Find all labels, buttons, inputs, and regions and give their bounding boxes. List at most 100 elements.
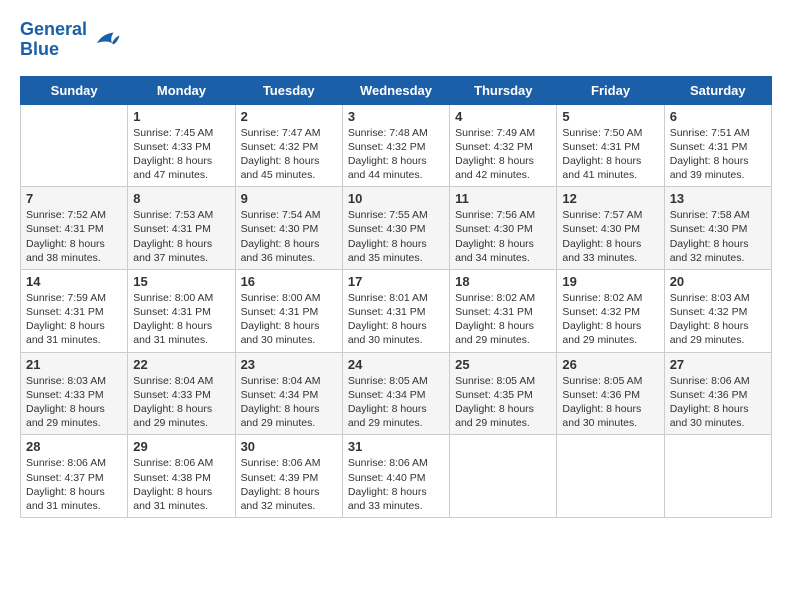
calendar-cell: 30 Sunrise: 8:06 AM Sunset: 4:39 PM Dayli… (235, 435, 342, 518)
calendar-cell: 4 Sunrise: 7:49 AM Sunset: 4:32 PM Daylig… (450, 104, 557, 187)
calendar-cell: 12 Sunrise: 7:57 AM Sunset: 4:30 PM Dayli… (557, 187, 664, 270)
calendar-week-4: 21 Sunrise: 8:03 AM Sunset: 4:33 PM Dayli… (21, 352, 772, 435)
day-info: Sunrise: 7:57 AM Sunset: 4:30 PM Dayligh… (562, 208, 658, 265)
day-info: Sunrise: 8:00 AM Sunset: 4:31 PM Dayligh… (241, 291, 337, 348)
day-info: Sunrise: 8:05 AM Sunset: 4:35 PM Dayligh… (455, 374, 551, 431)
calendar-cell: 2 Sunrise: 7:47 AM Sunset: 4:32 PM Daylig… (235, 104, 342, 187)
day-number: 2 (241, 109, 337, 124)
day-number: 26 (562, 357, 658, 372)
calendar-cell: 29 Sunrise: 8:06 AM Sunset: 4:38 PM Dayli… (128, 435, 235, 518)
logo-general: General (20, 19, 87, 39)
calendar-cell: 1 Sunrise: 7:45 AM Sunset: 4:33 PM Daylig… (128, 104, 235, 187)
day-info: Sunrise: 7:54 AM Sunset: 4:30 PM Dayligh… (241, 208, 337, 265)
day-number: 1 (133, 109, 229, 124)
weekday-header-thursday: Thursday (450, 76, 557, 104)
logo-bird-icon (91, 28, 121, 52)
day-number: 24 (348, 357, 444, 372)
logo-blue: Blue (20, 40, 87, 60)
day-info: Sunrise: 7:51 AM Sunset: 4:31 PM Dayligh… (670, 126, 766, 183)
day-info: Sunrise: 8:06 AM Sunset: 4:40 PM Dayligh… (348, 456, 444, 513)
calendar-table: SundayMondayTuesdayWednesdayThursdayFrid… (20, 76, 772, 518)
calendar-cell: 15 Sunrise: 8:00 AM Sunset: 4:31 PM Dayli… (128, 269, 235, 352)
day-number: 11 (455, 191, 551, 206)
calendar-cell: 19Sunrise: 8:02 AM Sunset: 4:32 PM Dayli… (557, 269, 664, 352)
calendar-cell: 25Sunrise: 8:05 AM Sunset: 4:35 PM Dayli… (450, 352, 557, 435)
day-info: Sunrise: 7:48 AM Sunset: 4:32 PM Dayligh… (348, 126, 444, 183)
day-info: Sunrise: 7:53 AM Sunset: 4:31 PM Dayligh… (133, 208, 229, 265)
day-info: Sunrise: 8:04 AM Sunset: 4:34 PM Dayligh… (241, 374, 337, 431)
calendar-cell: 22 Sunrise: 8:04 AM Sunset: 4:33 PM Dayli… (128, 352, 235, 435)
day-number: 17 (348, 274, 444, 289)
calendar-week-3: 14Sunrise: 7:59 AM Sunset: 4:31 PM Dayli… (21, 269, 772, 352)
weekday-row: SundayMondayTuesdayWednesdayThursdayFrid… (21, 76, 772, 104)
day-number: 3 (348, 109, 444, 124)
calendar-cell (557, 435, 664, 518)
day-number: 10 (348, 191, 444, 206)
day-number: 28 (26, 439, 122, 454)
calendar-cell: 24Sunrise: 8:05 AM Sunset: 4:34 PM Dayli… (342, 352, 449, 435)
calendar-cell: 28 Sunrise: 8:06 AM Sunset: 4:37 PM Dayli… (21, 435, 128, 518)
calendar-cell (21, 104, 128, 187)
day-number: 4 (455, 109, 551, 124)
calendar-cell: 13 Sunrise: 7:58 AM Sunset: 4:30 PM Dayli… (664, 187, 771, 270)
day-number: 14 (26, 274, 122, 289)
day-number: 18 (455, 274, 551, 289)
day-info: Sunrise: 8:03 AM Sunset: 4:33 PM Dayligh… (26, 374, 122, 431)
day-number: 29 (133, 439, 229, 454)
day-number: 31 (348, 439, 444, 454)
day-number: 30 (241, 439, 337, 454)
day-number: 19 (562, 274, 658, 289)
day-info: Sunrise: 8:05 AM Sunset: 4:36 PM Dayligh… (562, 374, 658, 431)
page-header: General Blue (20, 20, 772, 60)
day-info: Sunrise: 7:55 AM Sunset: 4:30 PM Dayligh… (348, 208, 444, 265)
calendar-cell: 14Sunrise: 7:59 AM Sunset: 4:31 PM Dayli… (21, 269, 128, 352)
weekday-header-tuesday: Tuesday (235, 76, 342, 104)
day-number: 15 (133, 274, 229, 289)
weekday-header-saturday: Saturday (664, 76, 771, 104)
calendar-cell (450, 435, 557, 518)
calendar-cell: 18 Sunrise: 8:02 AM Sunset: 4:31 PM Dayli… (450, 269, 557, 352)
calendar-cell: 11Sunrise: 7:56 AM Sunset: 4:30 PM Dayli… (450, 187, 557, 270)
weekday-header-wednesday: Wednesday (342, 76, 449, 104)
calendar-week-5: 28 Sunrise: 8:06 AM Sunset: 4:37 PM Dayli… (21, 435, 772, 518)
day-info: Sunrise: 8:00 AM Sunset: 4:31 PM Dayligh… (133, 291, 229, 348)
calendar-cell: 9 Sunrise: 7:54 AM Sunset: 4:30 PM Daylig… (235, 187, 342, 270)
calendar-week-2: 7 Sunrise: 7:52 AM Sunset: 4:31 PM Daylig… (21, 187, 772, 270)
day-number: 21 (26, 357, 122, 372)
weekday-header-sunday: Sunday (21, 76, 128, 104)
calendar-cell: 3 Sunrise: 7:48 AM Sunset: 4:32 PM Daylig… (342, 104, 449, 187)
day-info: Sunrise: 8:06 AM Sunset: 4:39 PM Dayligh… (241, 456, 337, 513)
calendar-cell: 26 Sunrise: 8:05 AM Sunset: 4:36 PM Dayli… (557, 352, 664, 435)
day-number: 9 (241, 191, 337, 206)
day-info: Sunrise: 8:06 AM Sunset: 4:38 PM Dayligh… (133, 456, 229, 513)
weekday-header-monday: Monday (128, 76, 235, 104)
day-info: Sunrise: 7:50 AM Sunset: 4:31 PM Dayligh… (562, 126, 658, 183)
day-number: 6 (670, 109, 766, 124)
day-info: Sunrise: 8:06 AM Sunset: 4:37 PM Dayligh… (26, 456, 122, 513)
calendar-cell: 17Sunrise: 8:01 AM Sunset: 4:31 PM Dayli… (342, 269, 449, 352)
calendar-cell: 5 Sunrise: 7:50 AM Sunset: 4:31 PM Daylig… (557, 104, 664, 187)
day-number: 22 (133, 357, 229, 372)
day-number: 13 (670, 191, 766, 206)
day-info: Sunrise: 7:45 AM Sunset: 4:33 PM Dayligh… (133, 126, 229, 183)
day-info: Sunrise: 8:03 AM Sunset: 4:32 PM Dayligh… (670, 291, 766, 348)
day-info: Sunrise: 7:58 AM Sunset: 4:30 PM Dayligh… (670, 208, 766, 265)
day-info: Sunrise: 8:04 AM Sunset: 4:33 PM Dayligh… (133, 374, 229, 431)
day-number: 27 (670, 357, 766, 372)
day-info: Sunrise: 7:49 AM Sunset: 4:32 PM Dayligh… (455, 126, 551, 183)
calendar-cell: 8 Sunrise: 7:53 AM Sunset: 4:31 PM Daylig… (128, 187, 235, 270)
day-info: Sunrise: 7:47 AM Sunset: 4:32 PM Dayligh… (241, 126, 337, 183)
calendar-cell: 10 Sunrise: 7:55 AM Sunset: 4:30 PM Dayli… (342, 187, 449, 270)
day-number: 7 (26, 191, 122, 206)
day-number: 16 (241, 274, 337, 289)
day-info: Sunrise: 8:02 AM Sunset: 4:31 PM Dayligh… (455, 291, 551, 348)
calendar-cell: 20Sunrise: 8:03 AM Sunset: 4:32 PM Dayli… (664, 269, 771, 352)
calendar-week-1: 1 Sunrise: 7:45 AM Sunset: 4:33 PM Daylig… (21, 104, 772, 187)
day-number: 5 (562, 109, 658, 124)
calendar-cell: 27Sunrise: 8:06 AM Sunset: 4:36 PM Dayli… (664, 352, 771, 435)
day-number: 12 (562, 191, 658, 206)
day-number: 8 (133, 191, 229, 206)
day-info: Sunrise: 7:52 AM Sunset: 4:31 PM Dayligh… (26, 208, 122, 265)
calendar-cell: 21 Sunrise: 8:03 AM Sunset: 4:33 PM Dayli… (21, 352, 128, 435)
calendar-header: SundayMondayTuesdayWednesdayThursdayFrid… (21, 76, 772, 104)
